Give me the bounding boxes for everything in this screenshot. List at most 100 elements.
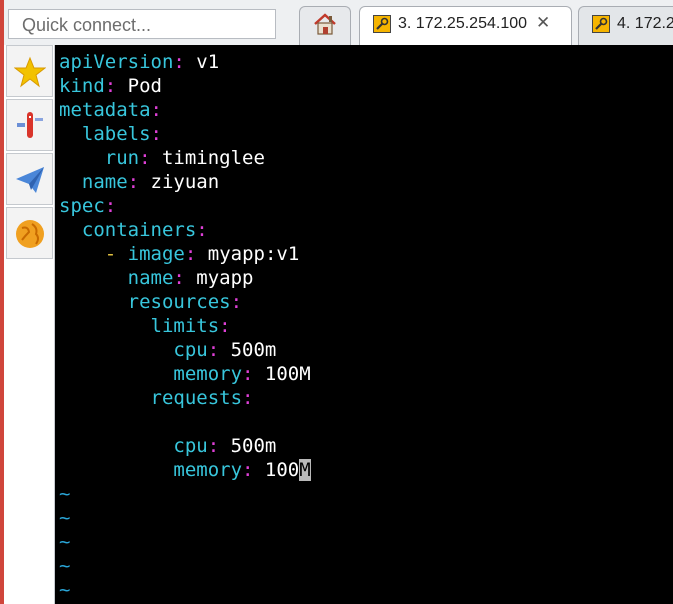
yaml-colon: : bbox=[242, 459, 254, 481]
yaml-value: 100M bbox=[253, 363, 311, 385]
yaml-key: name bbox=[127, 267, 174, 289]
editor-line: cpu: 500m bbox=[59, 434, 276, 458]
yaml-key: memory bbox=[173, 363, 243, 385]
home-icon bbox=[312, 12, 338, 41]
editor-line: limits: bbox=[59, 314, 231, 338]
terminal[interactable]: apiVersion: v1 kind: Pod metadata: labels:… bbox=[55, 45, 673, 604]
yaml-colon: : bbox=[104, 75, 117, 97]
yaml-colon: : bbox=[173, 51, 185, 73]
yaml-colon: : bbox=[219, 315, 231, 337]
yaml-value: v1 bbox=[184, 51, 220, 73]
yaml-value: myapp bbox=[184, 267, 254, 289]
globe-icon bbox=[16, 220, 44, 248]
editor-line: containers: bbox=[59, 218, 208, 242]
yaml-key: containers bbox=[81, 219, 197, 241]
empty-line-tilde: ~ bbox=[59, 507, 71, 529]
star-icon bbox=[14, 56, 46, 88]
yaml-colon: : bbox=[242, 387, 254, 409]
yaml-value: 500m bbox=[219, 435, 277, 457]
sidebar bbox=[5, 45, 55, 604]
text-cursor: M bbox=[299, 459, 311, 481]
tab-session[interactable]: 4. 172.25 bbox=[578, 6, 673, 45]
window-edge bbox=[0, 0, 4, 604]
title-bar: 3. 172.25.254.100 ✕ 4. 172.25 bbox=[0, 0, 673, 45]
empty-line-tilde: ~ bbox=[59, 579, 71, 601]
yaml-key: requests bbox=[150, 387, 243, 409]
send-icon bbox=[16, 167, 44, 193]
quick-connect-input[interactable] bbox=[8, 9, 276, 39]
yaml-key: labels bbox=[81, 123, 151, 145]
empty-line-tilde: ~ bbox=[59, 483, 71, 505]
yaml-value: myapp:v1 bbox=[196, 243, 300, 265]
yaml-key: name bbox=[81, 171, 128, 193]
yaml-key: cpu bbox=[173, 435, 208, 457]
yaml-key: memory bbox=[173, 459, 243, 481]
yaml-colon: : bbox=[207, 435, 220, 457]
editor-line: name: ziyuan bbox=[59, 170, 219, 194]
sidebar-tools[interactable] bbox=[6, 99, 53, 151]
wrench-icon bbox=[592, 15, 610, 33]
editor-line: resources: bbox=[59, 290, 242, 314]
editor-line: requests: bbox=[59, 386, 254, 410]
editor-line: run: timinglee bbox=[59, 146, 265, 170]
yaml-colon: : bbox=[184, 243, 197, 265]
yaml-colon: : bbox=[150, 123, 162, 145]
editor-line: apiVersion: v1 bbox=[59, 50, 219, 74]
empty-line-tilde: ~ bbox=[59, 555, 71, 577]
yaml-value: 500m bbox=[219, 339, 277, 361]
yaml-key: run bbox=[104, 147, 140, 169]
yaml-colon: : bbox=[104, 195, 117, 217]
yaml-key: metadata bbox=[59, 99, 151, 121]
yaml-key: spec bbox=[59, 195, 105, 217]
sidebar-globe[interactable] bbox=[6, 207, 53, 259]
yaml-colon: : bbox=[127, 171, 140, 193]
yaml-value: 100 bbox=[253, 459, 300, 481]
yaml-value: Pod bbox=[116, 75, 162, 97]
editor-line: - image: myapp:v1 bbox=[59, 242, 300, 266]
yaml-colon: : bbox=[242, 363, 254, 385]
editor-line: metadata: bbox=[59, 98, 162, 122]
editor-line: spec: bbox=[59, 194, 116, 218]
yaml-key: limits bbox=[150, 315, 220, 337]
editor-line: memory: 100M bbox=[59, 362, 311, 386]
yaml-colon: : bbox=[139, 147, 151, 169]
yaml-colon: : bbox=[173, 267, 185, 289]
tab-session-active[interactable]: 3. 172.25.254.100 ✕ bbox=[359, 6, 572, 45]
tools-icon bbox=[17, 112, 43, 138]
sidebar-send[interactable] bbox=[6, 153, 53, 205]
editor-line: kind: Pod bbox=[59, 74, 162, 98]
yaml-key: kind bbox=[59, 75, 105, 97]
yaml-key: resources bbox=[127, 291, 231, 313]
yaml-key: apiVersion bbox=[59, 51, 174, 73]
editor-line: cpu: 500m bbox=[59, 338, 276, 362]
editor-line: memory: 100M bbox=[59, 458, 311, 482]
yaml-key: image bbox=[127, 243, 185, 265]
tab-label: 4. 172.25 bbox=[617, 15, 673, 32]
tab-label: 3. 172.25.254.100 bbox=[398, 15, 528, 32]
yaml-value: timinglee bbox=[150, 147, 265, 169]
list-dash: - bbox=[104, 243, 128, 265]
yaml-value: ziyuan bbox=[139, 171, 220, 193]
close-icon[interactable]: ✕ bbox=[536, 13, 550, 33]
yaml-colon: : bbox=[230, 291, 243, 313]
yaml-colon: : bbox=[207, 339, 220, 361]
yaml-colon: : bbox=[196, 219, 208, 241]
sidebar-favorites[interactable] bbox=[6, 45, 53, 97]
yaml-colon: : bbox=[150, 99, 162, 121]
empty-line-tilde: ~ bbox=[59, 531, 71, 553]
tab-home[interactable] bbox=[299, 6, 351, 45]
editor-line: labels: bbox=[59, 122, 162, 146]
